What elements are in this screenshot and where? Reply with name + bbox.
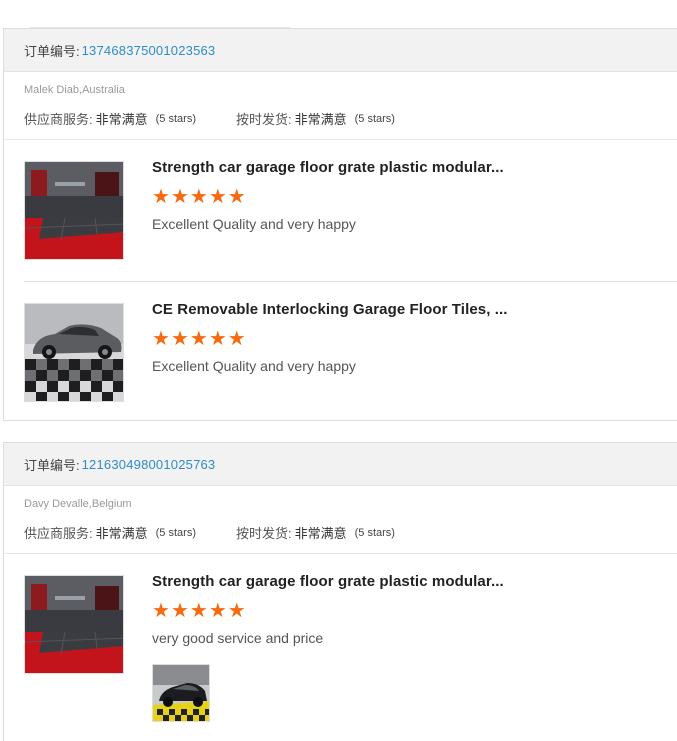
on-time-label: 按时发货: [235,112,292,127]
supplier-service-value: 非常满意 [95,112,148,127]
product-thumbnail[interactable] [24,303,124,402]
star-icon: ★ [170,600,189,622]
order-number-label: 订单编号: [24,43,80,59]
review-comment: Excellent Quality and very happy [152,358,356,374]
buyer-name: Malek Diab,Australia [24,84,125,96]
order-card: 订单编号: 121630498001025763 Davy Devalle,Be… [3,442,677,741]
supplier-service-value: 非常满意 [95,526,148,541]
product-thumbnail[interactable] [24,575,124,674]
supplier-service-stars: (5 stars) [155,526,196,539]
star-icon: ★ [227,328,246,350]
buyer-info: Davy Devalle,Belgium 供应商服务: 非常满意 (5 star… [4,486,677,554]
supplier-service-rating: 供应商服务: 非常满意 (5 stars) [24,523,196,542]
star-icon: ★ [189,328,208,350]
star-icon: ★ [189,600,208,622]
product-thumbnail[interactable] [24,161,124,260]
supplier-service-label: 供应商服务: [24,112,93,127]
review-content: Strength car garage floor grate plastic … [152,573,632,722]
order-number-label: 订单编号: [24,457,80,473]
on-time-delivery-rating: 按时发货: 非常满意 (5 stars) [236,109,395,128]
on-time-stars: (5 stars) [354,112,395,125]
review-photo-attachment[interactable] [152,664,210,722]
seller-ratings: 供应商服务: 非常满意 (5 stars) 按时发货: 非常满意 (5 star… [24,523,395,542]
supplier-service-label: 供应商服务: [24,526,93,541]
on-time-delivery-rating: 按时发货: 非常满意 (5 stars) [236,523,395,542]
star-rating: ★ ★ ★ ★ ★ [152,329,632,349]
top-divider [30,0,290,28]
star-rating: ★ ★ ★ ★ ★ [152,187,632,207]
review-comment: very good service and price [152,630,324,646]
star-icon: ★ [152,328,170,350]
buyer-name: Davy Devalle,Belgium [24,498,132,510]
product-title[interactable]: Strength car garage floor grate plastic … [152,573,632,590]
on-time-label: 按时发货: [235,526,292,541]
on-time-value: 非常满意 [294,526,347,541]
review-content: Strength car garage floor grate plastic … [152,159,632,232]
review-item: Strength car garage floor grate plastic … [4,554,677,722]
review-item: Strength car garage floor grate plastic … [4,140,677,281]
star-icon: ★ [208,186,227,208]
review-item: CE Removable Interlocking Garage Floor T… [24,281,677,422]
supplier-service-stars: (5 stars) [155,112,196,125]
star-icon: ★ [170,186,189,208]
star-icon: ★ [227,600,246,622]
seller-ratings: 供应商服务: 非常满意 (5 stars) 按时发货: 非常满意 (5 star… [24,109,395,128]
star-icon: ★ [208,328,227,350]
review-content: CE Removable Interlocking Garage Floor T… [152,301,632,374]
supplier-service-rating: 供应商服务: 非常满意 (5 stars) [24,109,196,128]
product-title[interactable]: Strength car garage floor grate plastic … [152,159,632,176]
star-rating: ★ ★ ★ ★ ★ [152,601,632,621]
star-icon: ★ [152,186,170,208]
product-title[interactable]: CE Removable Interlocking Garage Floor T… [152,301,632,318]
order-number-link[interactable]: 121630498001025763 [82,457,216,472]
on-time-stars: (5 stars) [354,526,395,539]
order-header: 订单编号: 137468375001023563 [4,29,677,72]
star-icon: ★ [170,328,189,350]
star-icon: ★ [227,186,246,208]
order-number-link[interactable]: 137468375001023563 [82,43,216,58]
star-icon: ★ [152,600,170,622]
buyer-info: Malek Diab,Australia 供应商服务: 非常满意 (5 star… [4,72,677,140]
star-icon: ★ [208,600,227,622]
review-comment: Excellent Quality and very happy [152,216,356,232]
order-card: 订单编号: 137468375001023563 Malek Diab,Aust… [3,28,677,421]
star-icon: ★ [189,186,208,208]
order-header: 订单编号: 121630498001025763 [4,443,677,486]
on-time-value: 非常满意 [294,112,347,127]
